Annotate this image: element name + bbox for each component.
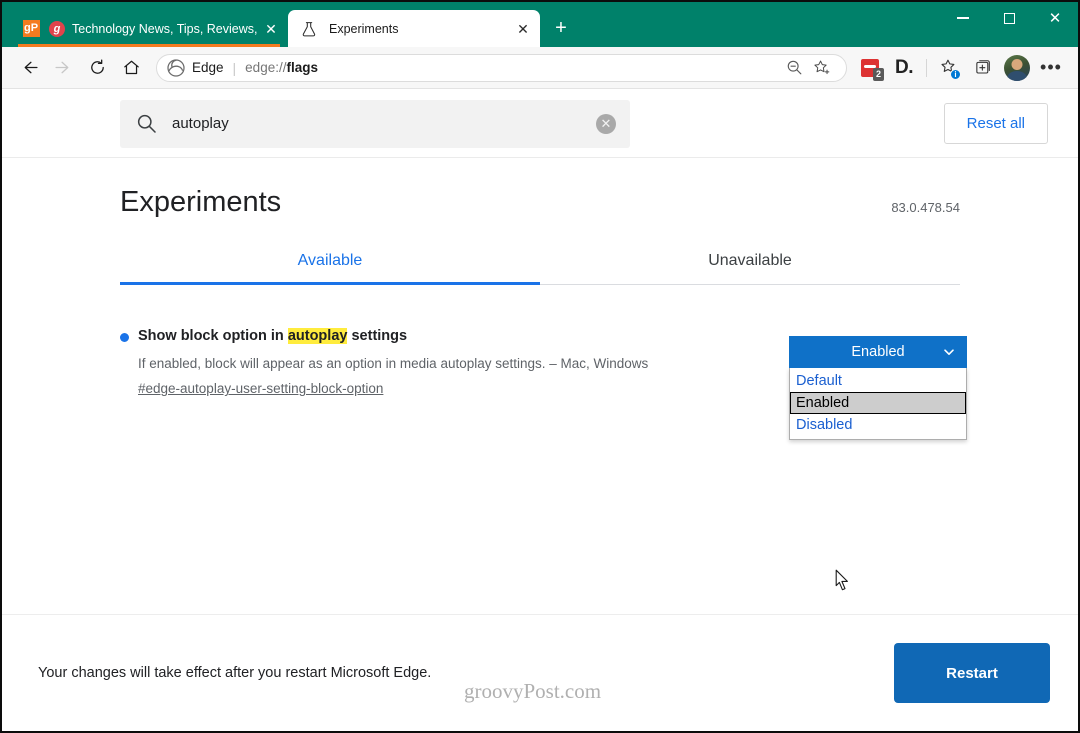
address-bar-actions (780, 54, 836, 82)
address-brand: Edge (192, 60, 224, 75)
back-button[interactable] (12, 51, 46, 85)
toolbar-icons: 2 D. i ••• (853, 51, 1068, 85)
title-bar: gP g Technology News, Tips, Reviews, ✕ E… (2, 2, 1078, 47)
zoom-out-icon[interactable] (780, 54, 808, 82)
tab-selected-underline (120, 282, 540, 285)
flag-title: Show block option in autoplay settings (138, 327, 407, 347)
tab-close-icon[interactable]: ✕ (512, 18, 534, 40)
clear-search-icon[interactable]: ✕ (596, 113, 616, 134)
flask-icon (300, 20, 318, 38)
flag-title-row: Show block option in autoplay settings (120, 327, 720, 347)
tab-unavailable[interactable]: Unavailable (540, 252, 960, 284)
page-header: Experiments 83.0.478.54 (120, 158, 960, 219)
minimize-button[interactable] (940, 2, 986, 34)
browser-window: gP g Technology News, Tips, Reviews, ✕ E… (0, 0, 1080, 733)
flag-title-after: settings (347, 328, 408, 344)
flag-select-options: Default Enabled Disabled (789, 368, 967, 440)
edge-logo-icon (167, 58, 185, 77)
restart-message: Your changes will take effect after you … (38, 665, 432, 681)
tab-title: Technology News, Tips, Reviews, (72, 21, 258, 36)
flag-description: If enabled, block will appear as an opti… (138, 355, 649, 371)
d-extension-label: D. (895, 56, 914, 78)
address-separator: | (232, 59, 237, 76)
mouse-cursor (835, 569, 851, 593)
search-input[interactable]: autoplay ✕ (120, 99, 630, 148)
flags-content: Experiments 83.0.478.54 Available Unavai… (2, 158, 1078, 686)
gp-favicon: gP (22, 20, 40, 38)
favorites-badge: i (950, 68, 961, 80)
favorite-star-icon[interactable] (808, 54, 836, 82)
browser-tab-experiments[interactable]: Experiments ✕ (288, 10, 540, 47)
chevron-down-icon (942, 345, 956, 359)
flag-title-before: Show block option in (138, 328, 288, 344)
tab-title: Experiments (329, 21, 399, 36)
tab-close-icon[interactable]: ✕ (260, 18, 282, 40)
address-url: edge://flags (245, 60, 318, 75)
settings-dots-label: ••• (1040, 57, 1062, 78)
refresh-button[interactable] (80, 51, 114, 85)
maximize-button[interactable] (986, 2, 1032, 34)
avatar[interactable] (1000, 51, 1034, 85)
close-button[interactable]: ✕ (1032, 2, 1078, 34)
browser-tab-technology-news[interactable]: gP g Technology News, Tips, Reviews, ✕ (10, 10, 288, 47)
more-dots-icon[interactable]: ••• (1034, 51, 1068, 85)
flag-select-button[interactable]: Enabled (789, 336, 967, 368)
d-extension-icon[interactable]: D. (887, 51, 921, 85)
select-option-disabled[interactable]: Disabled (790, 414, 966, 436)
search-icon (136, 113, 158, 134)
collections-icon[interactable] (966, 51, 1000, 85)
reset-all-button[interactable]: Reset all (943, 103, 1048, 144)
version-label: 83.0.478.54 (891, 200, 960, 215)
restart-button[interactable]: Restart (894, 643, 1050, 703)
window-controls: ✕ (940, 2, 1078, 34)
toolbar-divider (926, 58, 927, 77)
flag-id-link[interactable]: #edge-autoplay-user-setting-block-option (138, 381, 720, 396)
flag-select: Enabled Default Enabled Disabled (789, 336, 967, 440)
select-option-enabled[interactable]: Enabled (790, 392, 966, 414)
search-value: autoplay (172, 115, 229, 132)
flag-details: Show block option in autoplay settings I… (120, 327, 720, 396)
watermark: groovyPost.com (464, 679, 602, 703)
red-extension-icon[interactable]: 2 (853, 51, 887, 85)
home-button[interactable] (114, 51, 148, 85)
address-bar[interactable]: Edge | edge://flags (156, 53, 847, 82)
tab-strip: gP g Technology News, Tips, Reviews, ✕ E… (2, 2, 578, 47)
flag-entry: Show block option in autoplay settings I… (120, 327, 967, 440)
page-title: Experiments (120, 186, 282, 218)
favorites-star-icon[interactable]: i (932, 51, 966, 85)
flags-search-header: autoplay ✕ Reset all (2, 90, 1078, 158)
extension-badge-count: 2 (872, 67, 884, 81)
g-favicon: g (49, 20, 65, 37)
gp-favicon-text: gP (22, 20, 40, 37)
flags-page: autoplay ✕ Reset all Experiments 83.0.47… (2, 90, 1078, 731)
select-option-default[interactable]: Default (790, 370, 966, 392)
tab-available[interactable]: Available (120, 252, 540, 284)
new-tab-button[interactable]: + (544, 11, 578, 45)
navigation-toolbar: Edge | edge://flags 2 D. i ••• (2, 47, 1078, 89)
flags-tabs: Available Unavailable (120, 252, 960, 285)
url-prefix: edge:// (245, 60, 287, 75)
forward-button (46, 51, 80, 85)
flag-select-value: Enabled (851, 344, 905, 360)
flag-title-highlight: autoplay (287, 328, 348, 344)
modified-dot-icon (120, 333, 129, 342)
url-suffix: flags (286, 60, 318, 75)
restart-footer: Your changes will take effect after you … (2, 614, 1078, 731)
